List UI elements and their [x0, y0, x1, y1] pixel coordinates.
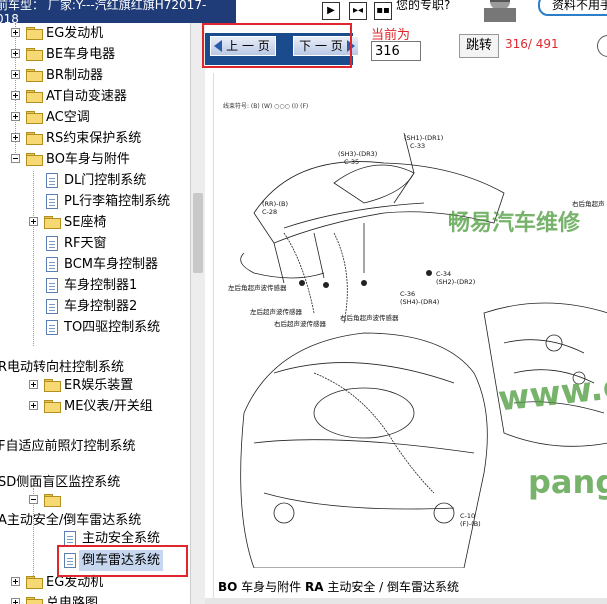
fit-width-icon[interactable]: ▸◂: [349, 2, 367, 20]
jump-button[interactable]: 跳转: [459, 34, 499, 58]
tree-item-folder-open[interactable]: [0, 490, 190, 511]
car-model-line1: 前车型： 厂家:Y---汽红旗红旗H72017-: [0, 0, 207, 12]
folder-open-icon: [26, 153, 43, 166]
tree-item-wiring[interactable]: 总电路图: [0, 593, 190, 604]
harness-legend: 线束符号: (B) (W) ○○○ (I) (F): [223, 103, 309, 110]
folder-icon: [26, 576, 43, 589]
tree-item-dl[interactable]: DL门控制系统: [0, 170, 190, 191]
tree-item-bo[interactable]: BO车身与附件: [0, 149, 190, 170]
document-icon: [46, 278, 58, 293]
info-pill[interactable]: 资料不用手: [538, 0, 607, 16]
profession-question: 您的专职?: [396, 0, 451, 12]
tree-item-pl[interactable]: PL行李箱控制系统: [0, 191, 190, 212]
tree-item-me[interactable]: ME仪表/开关组: [0, 396, 190, 417]
tree-scrollbar[interactable]: [190, 23, 205, 604]
folder-icon: [26, 27, 43, 40]
tree-item-rs[interactable]: RS约束保护系统: [0, 128, 190, 149]
watermark-brand: 畅易汽车维修: [448, 211, 581, 236]
page-number-input[interactable]: [371, 41, 421, 61]
tree-item-se[interactable]: SE座椅: [0, 212, 190, 233]
tree-item-be[interactable]: BE车身电器: [0, 44, 190, 65]
horizontal-scrollbar[interactable]: [205, 598, 607, 604]
tree-item-br[interactable]: BR制动器: [0, 65, 190, 86]
tree-item-to[interactable]: TO四驱控制系统: [0, 317, 190, 338]
folder-icon: [26, 111, 43, 124]
folder-icon: [44, 216, 61, 229]
nav-highlight-box: [202, 23, 352, 68]
page-footer: BO 车身与附件 RA 主动安全 / 倒车雷达系统: [218, 580, 460, 594]
document-viewer: 上 一 页 下 一 页 当前为 跳转 316/ 491 线束符号: (B) (W…: [202, 23, 607, 604]
folder-icon: [26, 69, 43, 82]
tree-item-eg-engine[interactable]: EG发动机: [0, 23, 190, 44]
chapter-tree: EG发动机 BE车身电器 BR制动器 AT自动变速器 AC空调 RS约束保护系统…: [0, 23, 205, 604]
page-count: 316/ 491: [505, 37, 559, 51]
play-icon[interactable]: ▶: [322, 2, 340, 20]
tree-item-at[interactable]: AT自动变速器: [0, 86, 190, 107]
folder-icon: [44, 379, 61, 392]
circle-icon[interactable]: [597, 35, 607, 57]
tree-item-bcm[interactable]: BCM车身控制器: [0, 254, 190, 275]
tree-item-afs[interactable]: F自适应前照灯控制系统: [0, 436, 190, 457]
document-icon: [46, 299, 58, 314]
folder-open-icon: [44, 494, 61, 507]
tree-item-ac[interactable]: AC空调: [0, 107, 190, 128]
folder-icon: [26, 48, 43, 61]
folder-icon: [26, 132, 43, 145]
tree-item-rf[interactable]: RF天窗: [0, 233, 190, 254]
tree-scrollbar-thumb[interactable]: [193, 193, 203, 273]
top-header: 前车型： 厂家:Y---汽红旗红旗H72017- 018 ▶ ▸◂ ▪▪ 您的专…: [0, 0, 607, 30]
document-icon: [46, 320, 58, 335]
tree-item-er[interactable]: ER娱乐装置: [0, 375, 190, 396]
manual-page: 线束符号: (B) (W) ○○○ (I) (F) (SH1)-(DR1) C-…: [213, 73, 607, 604]
mascot-icon: [484, 0, 516, 22]
document-icon: [46, 257, 58, 272]
watermark-pang: pang: [528, 463, 607, 501]
selection-highlight-box: [57, 545, 188, 577]
folder-icon: [26, 90, 43, 103]
tree-item-bcm2[interactable]: 车身控制器2: [0, 296, 190, 317]
folder-icon: [44, 400, 61, 413]
tree-item-bcm1[interactable]: 车身控制器1: [0, 275, 190, 296]
folder-icon: [26, 597, 43, 604]
document-icon: [46, 194, 58, 209]
document-icon: [46, 236, 58, 251]
document-icon: [64, 531, 76, 546]
document-icon: [46, 173, 58, 188]
tile-icon[interactable]: ▪▪: [374, 2, 392, 20]
